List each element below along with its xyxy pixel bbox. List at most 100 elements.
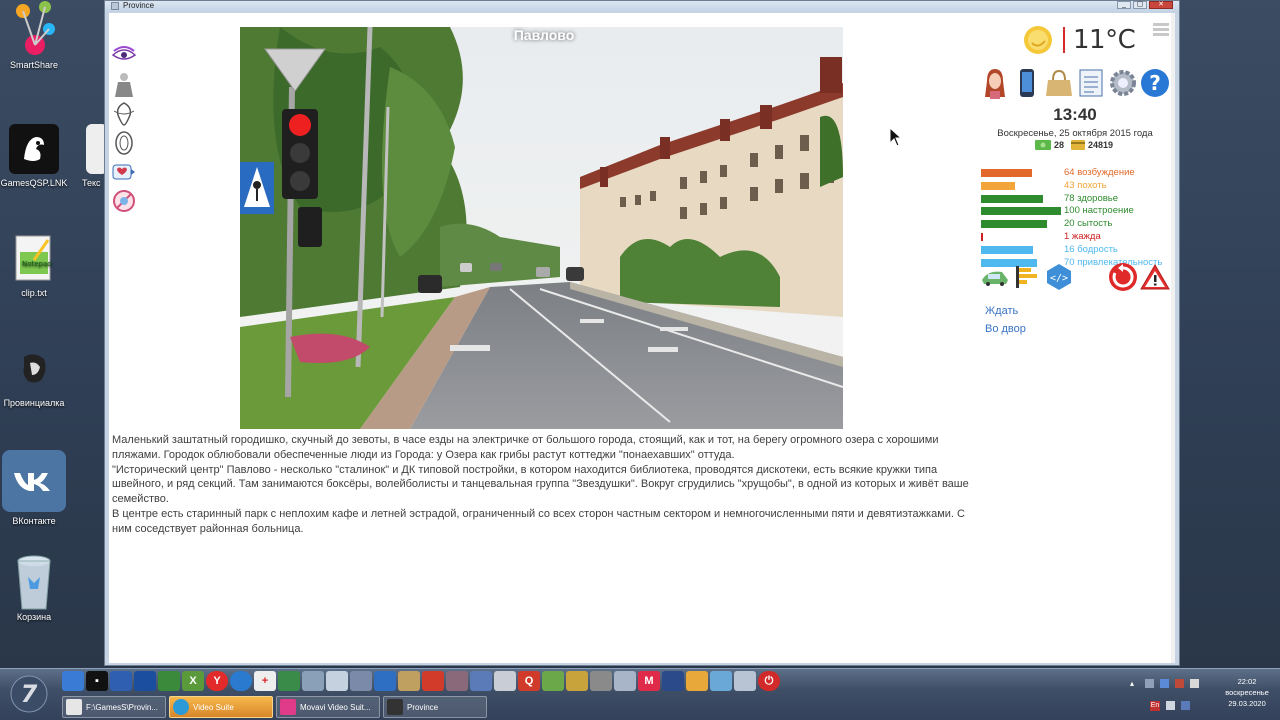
window-titlebar[interactable]: Province _ ▢ ✕ bbox=[105, 1, 1179, 12]
desktop-icon-label: Провинциалка bbox=[3, 398, 65, 408]
description-paragraph: В центре есть старинный парк с неплохим … bbox=[112, 507, 965, 535]
money-display: 28 24819 bbox=[1035, 140, 1113, 150]
tray-app-icon[interactable] bbox=[1145, 679, 1154, 688]
yandex-icon[interactable]: Y bbox=[206, 671, 228, 691]
province-icon bbox=[387, 699, 403, 715]
trash-icon[interactable] bbox=[734, 671, 756, 691]
qsp-icon[interactable]: Q bbox=[518, 671, 540, 691]
m-app-icon[interactable]: M bbox=[638, 671, 660, 691]
power-icon[interactable]: ⏻ bbox=[758, 671, 780, 691]
svg-text:Notepad: Notepad bbox=[22, 260, 52, 268]
warning-icon[interactable] bbox=[1139, 261, 1171, 293]
document-icon[interactable] bbox=[494, 671, 516, 691]
phone-icon[interactable] bbox=[1011, 67, 1043, 99]
eye-makeup-icon[interactable] bbox=[111, 43, 137, 69]
tray-lang-row: En bbox=[1150, 701, 1190, 711]
action-yard-link[interactable]: Во двор bbox=[985, 323, 1026, 335]
handbag-icon[interactable] bbox=[1043, 67, 1075, 99]
desktop-icon-vk[interactable]: ВКонтакте bbox=[0, 450, 68, 527]
green-app-icon[interactable] bbox=[542, 671, 564, 691]
stat-bar bbox=[981, 181, 1015, 190]
network-icon[interactable] bbox=[710, 671, 732, 691]
tray-arrow-icon[interactable]: ▴ bbox=[1130, 679, 1139, 688]
window-icon bbox=[111, 2, 119, 10]
code-icon[interactable]: </> bbox=[1043, 261, 1075, 293]
body-icon[interactable] bbox=[111, 101, 137, 127]
spreadsheet-icon[interactable] bbox=[158, 671, 180, 691]
calculator-icon[interactable] bbox=[326, 671, 348, 691]
task-province[interactable]: Province bbox=[383, 696, 487, 718]
editor-icon[interactable] bbox=[374, 671, 396, 691]
show-desktop-icon[interactable] bbox=[62, 671, 84, 691]
task-movavi[interactable]: Movavi Video Suit... bbox=[276, 696, 380, 718]
stat-row: 20 сытость bbox=[981, 218, 1171, 230]
desktop-icon-label: SmartShare bbox=[9, 60, 59, 70]
media-icon[interactable] bbox=[470, 671, 492, 691]
converter-icon[interactable] bbox=[350, 671, 372, 691]
tram-icon[interactable] bbox=[979, 261, 1011, 293]
restart-icon[interactable] bbox=[1107, 261, 1139, 293]
dress-icon[interactable] bbox=[111, 72, 137, 98]
task-label: F:\GamesS\Provin... bbox=[86, 702, 159, 712]
health-icon[interactable]: + bbox=[254, 671, 276, 691]
app-icon[interactable] bbox=[278, 671, 300, 691]
cmd-icon[interactable]: ▪ bbox=[86, 671, 108, 691]
excel-icon[interactable]: X bbox=[182, 671, 204, 691]
notebook-icon[interactable] bbox=[1075, 67, 1107, 99]
calendar-icon[interactable] bbox=[134, 671, 156, 691]
action-wait-link[interactable]: Ждать bbox=[985, 305, 1018, 317]
figure-icon[interactable] bbox=[446, 671, 468, 691]
quick-launch: ▪ X Y + Q M ⏻ bbox=[62, 671, 780, 693]
maximize-button[interactable]: ▢ bbox=[1133, 1, 1147, 9]
tray-shield-icon[interactable] bbox=[1181, 701, 1190, 710]
clipboard-icon[interactable] bbox=[686, 671, 708, 691]
stat-label: 78 здоровье bbox=[1064, 192, 1119, 204]
close-button[interactable]: ✕ bbox=[1149, 1, 1173, 9]
screen-icon[interactable] bbox=[662, 671, 684, 691]
vertical-scrollbar[interactable] bbox=[1171, 13, 1175, 663]
desktop-icon-games-qsp[interactable]: GamesQSP.LNK bbox=[0, 124, 68, 189]
stats-bars-icon[interactable] bbox=[1011, 261, 1043, 293]
pregnancy-icon[interactable] bbox=[111, 188, 137, 214]
desktop-icon-recycle-bin[interactable]: Корзина bbox=[0, 555, 68, 623]
cash-icon bbox=[1035, 140, 1051, 150]
intimate-icon[interactable] bbox=[111, 130, 137, 156]
character-portrait-icon[interactable] bbox=[979, 67, 1011, 99]
tray-network-icon[interactable] bbox=[1160, 679, 1169, 688]
shield-icon[interactable] bbox=[614, 671, 636, 691]
folder-icon[interactable] bbox=[566, 671, 588, 691]
tray-security-icon[interactable] bbox=[1175, 679, 1184, 688]
tray-volume-icon[interactable] bbox=[1190, 679, 1199, 688]
menu-icon[interactable] bbox=[1153, 23, 1169, 38]
settings-gear-icon[interactable] bbox=[1107, 67, 1139, 99]
desktop-icon-text[interactable]: Текс bbox=[70, 124, 106, 189]
minimize-button[interactable]: _ bbox=[1117, 1, 1131, 9]
task-explorer[interactable]: F:\GamesS\Provin... bbox=[62, 696, 166, 718]
save-icon[interactable] bbox=[110, 671, 132, 691]
games-qsp-icon bbox=[9, 124, 59, 174]
help-icon[interactable]: ? bbox=[1139, 67, 1171, 99]
tray-clock[interactable]: 22:02 воскресенье 29.03.2020 bbox=[1218, 676, 1276, 709]
stat-label: 43 похоть bbox=[1064, 179, 1107, 191]
task-video-suite[interactable]: Video Suite bbox=[169, 696, 273, 718]
browser-icon[interactable] bbox=[230, 671, 252, 691]
start-button[interactable]: 7 bbox=[6, 671, 52, 717]
card-amount: 24819 bbox=[1088, 140, 1114, 150]
desktop-icon-clip[interactable]: Notepad clip.txt bbox=[0, 234, 68, 299]
relationships-icon[interactable] bbox=[111, 159, 137, 185]
task-label: Video Suite bbox=[193, 702, 234, 712]
left-action-bar bbox=[111, 43, 139, 217]
desktop-icon-smartshare[interactable]: SmartShare bbox=[0, 1, 68, 71]
pdf-icon[interactable] bbox=[422, 671, 444, 691]
desktop-icon-provincialka[interactable]: Провинциалка bbox=[0, 344, 68, 409]
stat-bar bbox=[981, 233, 983, 241]
tray-speaker-icon[interactable] bbox=[1166, 701, 1175, 710]
stat-label: 64 возбуждение bbox=[1064, 167, 1135, 178]
window-controls: _ ▢ ✕ bbox=[1117, 1, 1173, 9]
usb-icon[interactable] bbox=[590, 671, 612, 691]
tools-icon[interactable] bbox=[302, 671, 324, 691]
tray-day: воскресенье bbox=[1225, 688, 1269, 697]
puzzle-icon[interactable] bbox=[398, 671, 420, 691]
province-window: Province _ ▢ ✕ Павлово Маленький заштатн… bbox=[104, 0, 1180, 666]
language-indicator[interactable]: En bbox=[1150, 701, 1160, 711]
